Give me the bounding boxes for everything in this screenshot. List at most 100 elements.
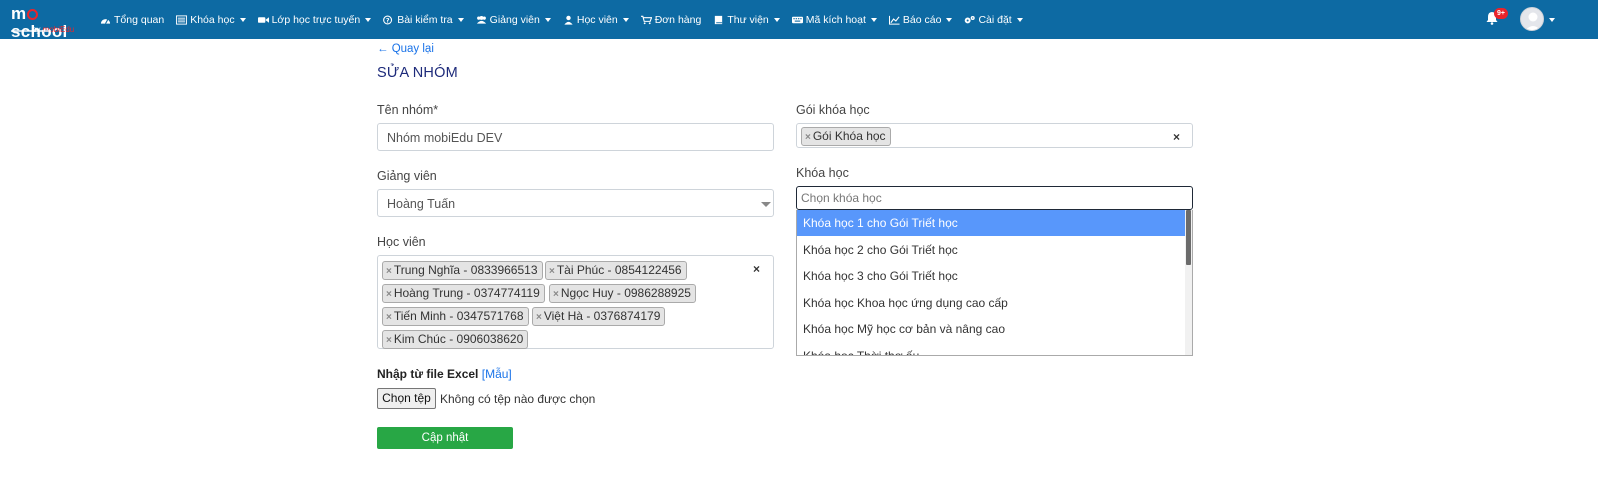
page-title: SỬA NHÓM [377,65,458,81]
list-icon [176,14,188,25]
tag-remove-icon[interactable]: × [386,335,392,346]
student-tag: × Trung Nghĩa - 0833966513 [382,261,543,280]
tag-remove-icon[interactable]: × [386,266,392,277]
keyboard-icon [791,16,803,23]
clear-package-icon[interactable]: × [1173,130,1180,144]
nav-item-tests[interactable]: ? Bài kiểm tra [383,13,464,26]
student-tag-label: Tiến Minh - 0347571768 [393,309,524,323]
notification-badge[interactable]: 9+ [1494,8,1508,19]
svg-text:?: ? [386,16,390,24]
excel-import-text: Nhập từ file Excel [377,367,479,381]
group-name-value: Nhóm mobiEdu DEV [387,131,503,145]
course-option[interactable]: Khóa học Thời thơ ấu [797,343,1186,356]
tag-remove-icon[interactable]: × [549,266,555,277]
avatar-chevron-down-icon[interactable] [1549,18,1555,22]
tag-remove-icon[interactable]: × [386,289,392,300]
student-tag: × Kim Chúc - 0906038620 [382,330,529,349]
nav-item-activation-codes[interactable]: Mã kích hoạt [791,13,877,26]
student-tag: × Hoàng Trung - 0374774119 [382,284,545,303]
main-nav-menu: Tổng quan Khóa học Lớp học trực tuyến ? … [100,0,1035,39]
course-dropdown-list: Khóa học 1 cho Gói Triết học Khóa học 2 … [796,210,1193,356]
logo-o-ring [26,9,38,20]
student-tag-label: Hoàng Trung - 0374774119 [393,286,540,300]
teacher-select[interactable]: Hoàng Tuấn [377,189,774,217]
nav-item-label: Cài đặt [978,13,1012,26]
avatar[interactable] [1520,7,1544,31]
package-tag: × Gói Khóa học [801,127,891,146]
tag-remove-icon[interactable]: × [553,289,559,300]
logo-underline [11,30,51,32]
choose-file-button[interactable]: Chọn tệp [377,388,436,409]
group-name-input[interactable]: Nhóm mobiEdu DEV [377,123,774,151]
chevron-down-icon [544,17,551,22]
student-tag-label: Tài Phúc - 0854122456 [556,263,682,277]
course-option[interactable]: Khóa học Khoa học ứng dụng cao cấp [797,290,1186,316]
nav-item-orders[interactable]: Đơn hàng [640,13,702,26]
back-link[interactable]: ← Quay lại [377,43,434,55]
course-option[interactable]: Khóa học 2 cho Gói Triết học [797,237,1186,263]
group-name-label: Tên nhóm* [377,103,439,117]
chevron-down-icon [773,17,780,22]
nav-item-online-classes[interactable]: Lớp học trực tuyến [257,14,372,26]
chevron-down-icon [365,17,372,22]
course-option[interactable]: Khóa học 1 cho Gói Triết học [797,210,1186,236]
chevron-down-icon [457,17,464,22]
book-icon [715,15,723,24]
teacher-label: Giảng viên [377,169,437,183]
cart-icon [640,15,652,24]
gears-icon [965,15,976,23]
excel-import-label: Nhập từ file Excel [Mẫu] [377,367,512,381]
nav-item-courses[interactable]: Khóa học [176,14,246,26]
student-tag-label: Ngọc Huy - 0986288925 [560,286,691,300]
chevron-down-icon [761,202,771,207]
student-tag: × Tiến Minh - 0347571768 [382,307,529,326]
package-label: Gói khóa học [796,103,870,117]
student-tag-label: Trung Nghĩa - 0833966513 [393,263,538,277]
logo-text-m: m [11,4,27,23]
students-multiselect[interactable]: × Trung Nghĩa - 0833966513 × Tài Phúc - 08… [377,255,774,349]
nav-item-library[interactable]: Thư viện [713,14,780,26]
course-label: Khóa học [796,166,849,180]
nav-item-label: Đơn hàng [654,13,702,26]
student-tag: × Việt Hà - 0376874179 [532,307,666,326]
file-status-text: Không có tệp nào được chọn [440,392,596,406]
mschool-logo[interactable]: mschool by mobiEdu [11,5,85,41]
teacher-select-value: Hoàng Tuấn [387,197,456,211]
student-tag: × Tài Phúc - 0854122456 [545,261,687,280]
nav-item-reports[interactable]: Báo cáo [888,14,953,26]
nav-item-label: Bài kiểm tra [397,13,453,26]
question-circle-icon: ? [383,15,393,24]
dropdown-scrollbar[interactable] [1185,210,1192,355]
student-tag-label: Việt Hà - 0376874179 [543,309,661,323]
chevron-down-icon [870,17,877,22]
users-icon [476,15,486,24]
sample-file-link[interactable]: Mẫu [485,367,508,381]
chart-icon [888,15,900,25]
nav-item-label: Mã kích hoạt [805,13,866,26]
tag-remove-icon[interactable]: × [805,132,811,143]
course-search-input[interactable] [801,190,1181,206]
nav-item-settings[interactable]: Cài đặt [964,13,1023,26]
chevron-down-icon [622,17,629,22]
nav-item-dashboard[interactable]: Tổng quan [100,14,164,26]
user-icon [564,15,573,25]
package-multiselect[interactable]: × Gói Khóa học × [796,123,1193,148]
nav-item-teachers[interactable]: Giảng viên [476,14,551,26]
course-option[interactable]: Khóa học Mỹ học cơ bản và nâng cao [797,316,1186,342]
nav-item-students[interactable]: Học viên [563,14,629,26]
default-user-icon [1525,12,1541,30]
course-search-box[interactable] [796,186,1193,210]
course-option[interactable]: Khóa học 3 cho Gói Triết học [797,263,1186,289]
chevron-down-icon [1016,17,1023,22]
student-tag-label: Kim Chúc - 0906038620 [393,332,524,346]
chevron-down-icon [239,17,246,22]
logo-wordmark: mschool [11,5,85,41]
clear-students-icon[interactable]: × [753,262,760,276]
dropdown-scrollbar-thumb[interactable] [1186,210,1191,265]
nav-item-label: Học viên [576,13,618,26]
tag-remove-icon[interactable]: × [536,312,542,323]
package-tag-label: Gói Khóa học [812,129,886,143]
video-icon [257,16,269,23]
tag-remove-icon[interactable]: × [386,312,392,323]
update-button[interactable]: Cập nhật [377,427,513,449]
